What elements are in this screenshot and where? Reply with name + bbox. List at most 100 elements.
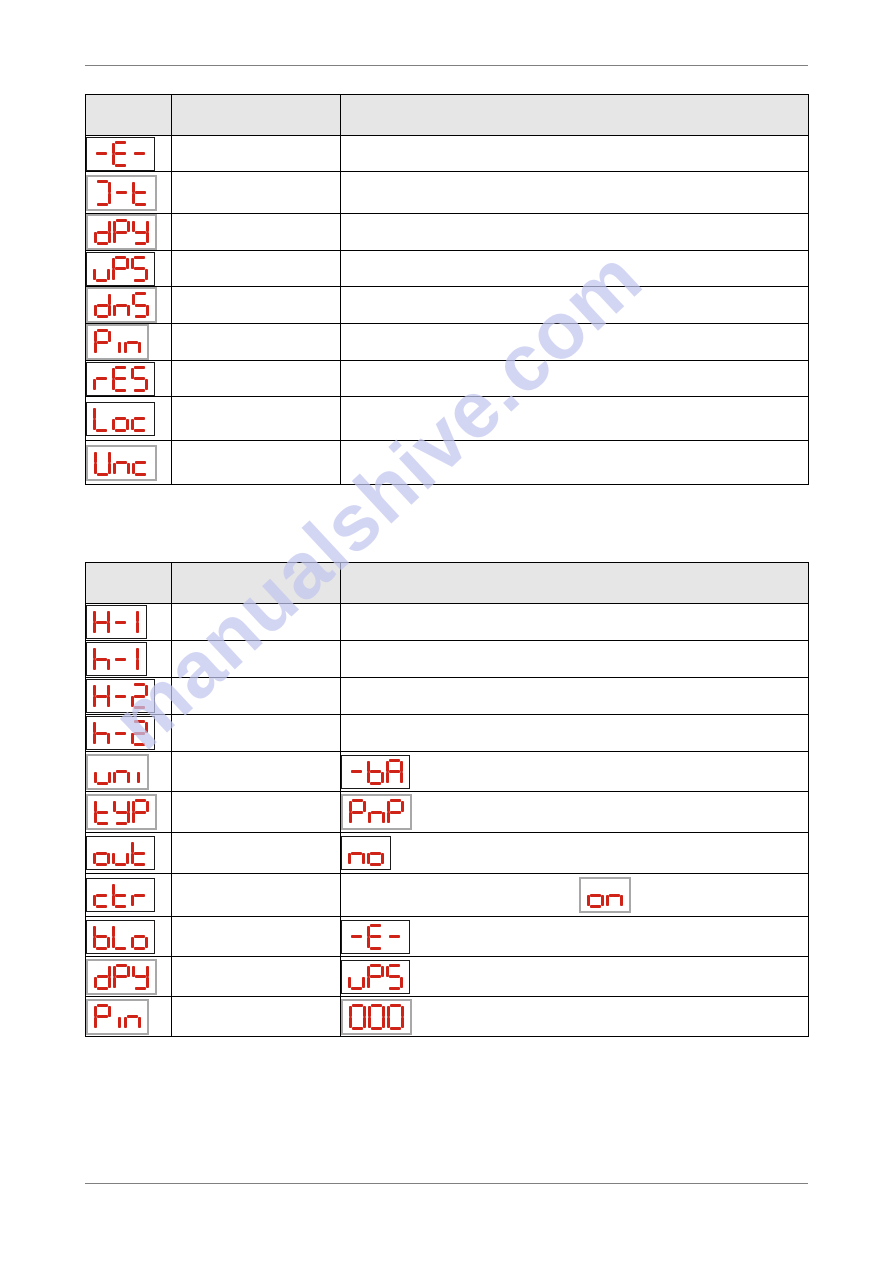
segment-a	[370, 923, 381, 927]
seven-segment-char	[112, 140, 129, 167]
segment-c	[107, 622, 110, 633]
segment-a	[97, 179, 108, 183]
segment-e	[93, 696, 96, 707]
default-value-display	[341, 959, 410, 994]
seven-segment-char	[93, 141, 110, 167]
default-value-display	[341, 754, 410, 789]
segment-e	[94, 462, 97, 474]
seven-segment-char	[93, 406, 110, 432]
segment-d	[134, 946, 145, 950]
segment-e	[93, 268, 96, 280]
segment-e	[367, 771, 370, 783]
segment-g	[370, 851, 381, 855]
segment-c	[127, 462, 130, 474]
display-code-cell	[85, 751, 172, 792]
seven-segment-char	[132, 799, 149, 825]
segment-e	[93, 622, 96, 633]
segment-g	[96, 893, 107, 897]
seven-segment-char	[348, 964, 365, 990]
segment-d	[370, 863, 381, 866]
seven-segment-char	[131, 683, 148, 709]
segment-e	[387, 1016, 390, 1028]
display-code-cell	[85, 640, 172, 678]
segment-d	[96, 946, 107, 950]
lcd-inner	[581, 879, 629, 911]
lcd-display-rES	[86, 361, 155, 396]
seven-segment-char	[387, 799, 404, 825]
table-row	[85, 956, 809, 997]
table-row	[85, 213, 809, 251]
segment-e	[132, 192, 135, 204]
parameter-name-cell	[171, 956, 341, 997]
seven-segment-char	[94, 759, 111, 785]
segment-g	[135, 303, 146, 307]
segment-a	[135, 292, 146, 295]
segment-c	[362, 976, 365, 988]
header-rule	[85, 65, 808, 66]
segment-a	[389, 963, 400, 967]
table-row	[85, 873, 809, 917]
segment-c	[127, 771, 130, 783]
segment-g	[96, 851, 107, 855]
display-code-cell	[85, 956, 172, 997]
table-row	[85, 751, 809, 792]
segment-d	[115, 428, 126, 432]
segment-g	[134, 377, 145, 380]
segment-g	[351, 851, 362, 855]
lcd-display-dPY	[86, 958, 157, 995]
segment-b	[145, 722, 148, 733]
description-cell	[340, 603, 809, 641]
lcd-inner	[87, 680, 154, 712]
segment-d	[135, 986, 146, 990]
segment-g	[96, 935, 107, 938]
default-value-display	[579, 877, 631, 913]
lcd-inner	[87, 879, 154, 911]
segment-e	[93, 418, 96, 430]
seven-segment-char	[132, 292, 149, 318]
lcd-display-dnS	[86, 287, 157, 323]
segment-g	[96, 694, 107, 698]
segment-c	[107, 696, 110, 707]
segment-g	[371, 810, 382, 814]
segment-e	[606, 895, 609, 906]
description-cell	[340, 396, 809, 441]
segment-c	[118, 1016, 121, 1028]
segment-g	[134, 731, 145, 735]
segment-d	[134, 706, 145, 709]
parameter-name-cell	[171, 213, 341, 251]
description-cell	[340, 916, 809, 957]
segment-d	[115, 163, 126, 167]
lcd-display-dPY	[86, 214, 157, 250]
table-header-row	[85, 562, 809, 604]
parameter-name-cell	[171, 603, 341, 641]
segment-b	[108, 1005, 111, 1017]
seven-segment-char	[132, 964, 149, 990]
footer-rule	[85, 1183, 808, 1184]
seven-segment-char	[113, 963, 130, 990]
lcd-inner	[88, 796, 155, 828]
segment-e	[348, 853, 351, 864]
segment-f	[93, 407, 96, 419]
segment-e	[386, 771, 389, 783]
seven-segment-char	[131, 840, 148, 866]
segment-e	[93, 378, 96, 390]
segment-g	[97, 1015, 108, 1018]
segment-b	[108, 181, 111, 193]
segment-e	[367, 936, 370, 948]
segment-g	[134, 851, 145, 855]
seven-segment-char	[386, 963, 403, 990]
segment-a	[134, 365, 145, 369]
lcd-display-h-1	[86, 642, 147, 676]
table-row	[85, 360, 809, 397]
lcd-display-bLo	[86, 919, 155, 954]
segment-d	[97, 781, 108, 785]
display-code-cell	[85, 286, 172, 324]
seven-segment-char	[93, 646, 110, 672]
display-code-cell	[85, 791, 172, 833]
segment-b	[108, 331, 111, 342]
segment-e	[132, 812, 135, 823]
lcd-inner	[88, 177, 155, 209]
parameter-name-cell	[171, 832, 341, 874]
seven-segment-char	[368, 799, 385, 825]
seven-segment-char	[367, 923, 384, 950]
